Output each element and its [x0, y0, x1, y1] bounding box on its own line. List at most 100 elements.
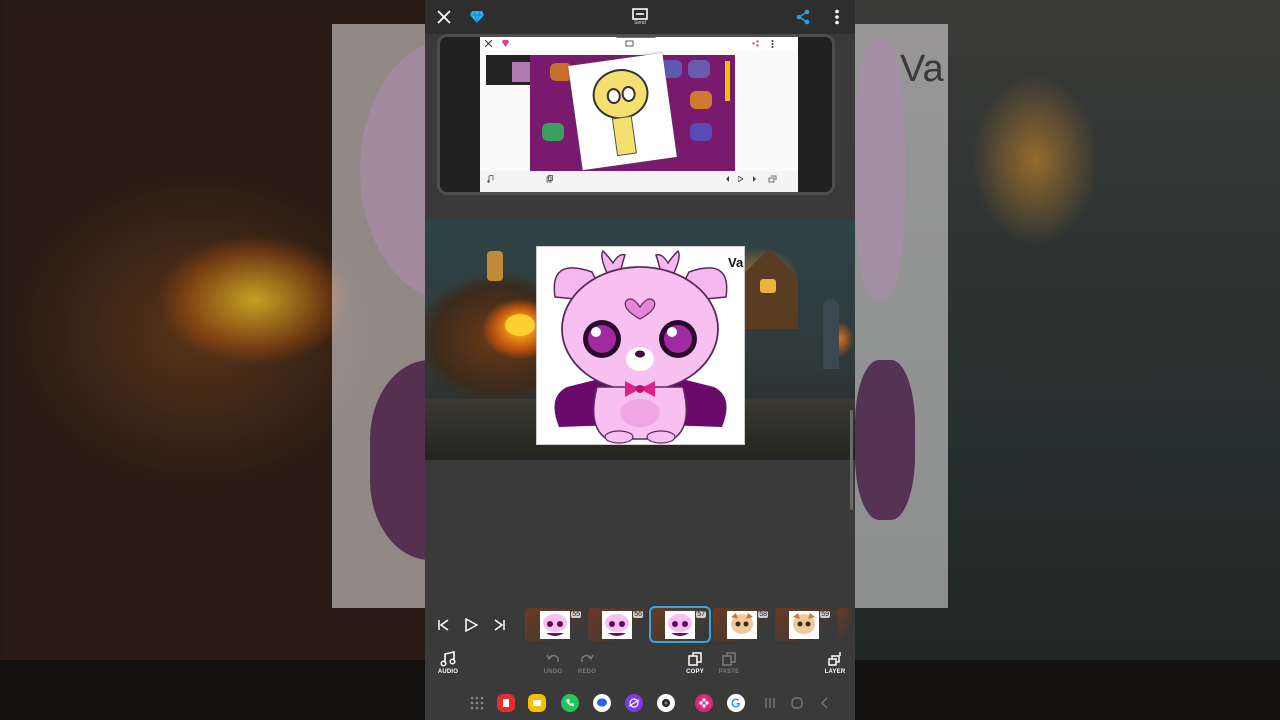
copy-label: COPY — [686, 669, 704, 675]
recorded-capture-icon — [625, 40, 634, 47]
recorded-sticker — [690, 91, 712, 109]
recorded-playback-icon — [725, 176, 729, 182]
play-button[interactable] — [462, 615, 480, 635]
audio-button[interactable]: AUDIO — [430, 651, 466, 685]
layers-icon — [828, 652, 841, 666]
frame-number: 55 — [571, 611, 581, 618]
frame-thumbnail — [727, 611, 757, 639]
back-icon[interactable] — [817, 695, 833, 711]
redo-button[interactable]: REDO — [569, 651, 605, 685]
recorded-next-icon — [753, 176, 757, 182]
play-icon — [465, 618, 478, 632]
timeline-frame[interactable]: 58 — [713, 608, 771, 641]
last-frame-button[interactable] — [491, 615, 509, 635]
workspace-area — [425, 460, 855, 610]
frame-number: 56 — [633, 611, 643, 618]
recorded-play-icon — [738, 176, 743, 182]
recorded-more-icon — [771, 40, 774, 48]
more-options-icon[interactable] — [829, 7, 845, 27]
frame-number: 59 — [820, 611, 830, 618]
gallery-app-icon[interactable] — [695, 694, 713, 712]
recorded-share-icon — [752, 40, 759, 47]
flipaclip-app-icon[interactable] — [497, 694, 515, 712]
lantern — [487, 251, 503, 281]
recorded-close-icon — [485, 40, 492, 47]
recorded-audio-icon — [487, 175, 494, 183]
pumpkin-glow — [505, 314, 535, 336]
audio-label: AUDIO — [437, 669, 459, 675]
timeline-frame[interactable]: 59 — [775, 608, 833, 641]
backdrop-wing-shape-right — [855, 360, 915, 520]
character-sticker[interactable]: Va — [536, 246, 745, 445]
notes-app-icon[interactable] — [528, 694, 546, 712]
internet-app-icon[interactable] — [625, 694, 643, 712]
recording-handle[interactable] — [616, 37, 656, 38]
google-app-icon[interactable] — [727, 694, 745, 712]
backdrop-text: Va — [900, 48, 944, 90]
send-screen-button[interactable]: Send — [625, 2, 655, 30]
close-icon[interactable] — [433, 6, 455, 28]
app-drawer-icon[interactable] — [469, 695, 485, 711]
undo-icon — [546, 654, 559, 662]
camera-app-icon[interactable] — [657, 694, 675, 712]
frame-partial[interactable] — [837, 608, 849, 641]
recorded-drawing-paper — [568, 52, 677, 171]
send-label: Send — [634, 20, 646, 26]
layer-label: LAYER — [824, 669, 846, 675]
recorded-top-bar — [480, 37, 798, 51]
music-note-icon — [440, 651, 456, 667]
tombstone — [823, 299, 839, 369]
share-icon[interactable] — [793, 7, 813, 27]
recorded-app-screen — [480, 37, 798, 192]
frame-number: 58 — [758, 611, 768, 618]
recorded-character-face — [589, 65, 652, 123]
copy-icon — [688, 652, 702, 666]
vertical-scrollbar[interactable] — [850, 410, 853, 510]
recorded-sticker — [690, 123, 712, 141]
frame-thumbnail — [602, 611, 632, 639]
recorded-slider — [725, 61, 730, 101]
paste-icon — [722, 652, 736, 666]
system-dock — [425, 687, 855, 720]
copy-button[interactable]: COPY — [677, 651, 713, 685]
top-bar: Send — [425, 0, 855, 34]
timeline-frame[interactable]: 56 — [588, 608, 646, 641]
timeline-frame-selected[interactable]: 57 — [649, 606, 711, 643]
frame-thumbnail — [665, 611, 695, 639]
paste-label: PASTE — [718, 669, 740, 675]
redo-label: REDO — [577, 669, 597, 675]
recorded-copy-icon — [546, 175, 553, 183]
layer-button[interactable]: LAYER — [817, 651, 853, 685]
bottom-toolbar: AUDIO UNDO REDO COPY PASTE LAYER — [425, 645, 855, 687]
recent-apps-icon[interactable] — [762, 695, 778, 711]
screen-recording-preview — [437, 34, 835, 195]
phone-app-icon[interactable] — [561, 694, 579, 712]
messages-app-icon[interactable] — [593, 694, 611, 712]
house-window — [760, 279, 776, 293]
recorded-diamond-icon — [502, 40, 509, 47]
first-frame-button[interactable] — [434, 615, 452, 635]
skip-start-icon — [438, 619, 449, 631]
skip-end-icon — [494, 619, 505, 631]
frame-thumbnail — [540, 611, 570, 639]
diamond-icon[interactable] — [467, 7, 487, 27]
app-screen: Send Va 55 56 57 58 59 AUDIO UNDO REDO C… — [425, 0, 855, 720]
undo-button[interactable]: UNDO — [535, 651, 571, 685]
undo-label: UNDO — [543, 669, 563, 675]
paste-button[interactable]: PASTE — [711, 651, 747, 685]
pink-monster-illustration — [553, 249, 728, 444]
timeline-frame[interactable]: 55 — [526, 608, 584, 641]
frame-timeline: 55 56 57 58 59 — [425, 605, 855, 645]
backdrop-ear-shape-right — [855, 40, 905, 300]
recorded-bottom-bar — [480, 171, 798, 192]
frame-thumbnail — [789, 611, 819, 639]
sticker-text: Va — [728, 255, 744, 270]
recorded-layer-icon — [768, 175, 777, 183]
animation-preview: Va — [425, 219, 855, 460]
frame-number: 57 — [696, 611, 706, 618]
redo-icon — [581, 654, 594, 662]
recorded-sticker — [688, 60, 710, 78]
recorded-sticker — [542, 123, 564, 141]
recorded-character-body — [611, 115, 637, 157]
home-icon[interactable] — [789, 695, 805, 711]
